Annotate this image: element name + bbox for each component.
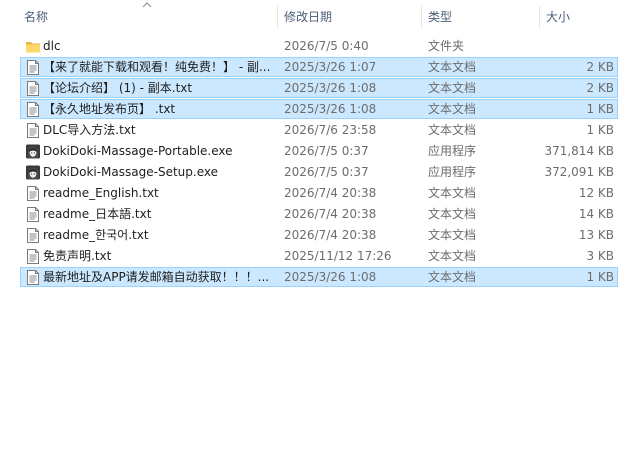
file-date: 2025/11/12 17:26 (284, 249, 392, 263)
file-row[interactable]: 【论坛介绍】 (1) - 副本.txt 2025/3/26 1:08 文本文档 2 K… (20, 78, 618, 98)
file-date: 2026/7/5 0:40 (284, 39, 369, 53)
file-date: 2025/3/26 1:07 (284, 60, 377, 74)
file-name: readme_English.txt (43, 186, 159, 200)
column-divider[interactable] (421, 6, 422, 28)
file-date: 2026/7/4 20:38 (284, 228, 377, 242)
sort-ascending-icon (142, 2, 152, 8)
file-size (521, 37, 614, 56)
file-name: 免责声明.txt (43, 249, 112, 263)
file-size: 12 KB (578, 186, 614, 200)
column-header-size[interactable]: 大小 (546, 0, 570, 34)
file-size: 1 KB (586, 270, 614, 284)
text-file-icon (25, 269, 41, 286)
file-row[interactable]: 最新地址及APP请发邮箱自动获取！！！... 2025/3/26 1:08 文本文档… (20, 267, 618, 287)
file-row[interactable]: DokiDoki-Massage-Portable.exe 2026/7/5 0:… (20, 141, 618, 161)
column-divider[interactable] (539, 6, 540, 28)
file-name: dlc (43, 39, 61, 53)
file-size: 2 KB (586, 60, 614, 74)
text-file-icon (25, 227, 41, 244)
file-size: 1 KB (586, 123, 614, 137)
file-row[interactable]: dlc 2026/7/5 0:40 文件夹 (20, 36, 618, 56)
folder-icon (25, 38, 41, 55)
file-row[interactable]: readme_한국어.txt 2026/7/4 20:38 文本文档 13 KB (20, 225, 618, 245)
column-header-type[interactable]: 类型 (428, 0, 452, 34)
file-size: 2 KB (586, 81, 614, 95)
text-file-icon (25, 248, 41, 265)
file-size: 371,814 KB (544, 144, 614, 158)
file-name: readme_日本語.txt (43, 207, 152, 221)
file-date: 2026/7/5 0:37 (284, 165, 369, 179)
file-size: 1 KB (586, 102, 614, 116)
file-name: 【论坛介绍】 (1) - 副本.txt (43, 81, 193, 95)
column-header-type-label: 类型 (428, 10, 453, 24)
file-size: 13 KB (578, 228, 614, 242)
column-header-name[interactable]: 名称 (24, 0, 48, 34)
file-name: 【来了就能下载和观看！纯免费！】 - 副... (43, 60, 271, 74)
file-name: readme_한국어.txt (43, 228, 149, 242)
column-header-size-label: 大小 (546, 10, 571, 24)
file-date: 2025/3/26 1:08 (284, 270, 377, 284)
file-date: 2026/7/5 0:37 (284, 144, 369, 158)
text-file-icon (25, 101, 41, 118)
file-size: 14 KB (578, 207, 614, 221)
file-date: 2026/7/6 23:58 (284, 123, 377, 137)
text-file-icon (25, 80, 41, 97)
column-header-date-label: 修改日期 (284, 10, 333, 24)
file-date: 2026/7/4 20:38 (284, 186, 377, 200)
file-size: 3 KB (586, 249, 614, 263)
file-date: 2026/7/4 20:38 (284, 207, 377, 221)
file-row[interactable]: DokiDoki-Massage-Setup.exe 2026/7/5 0:37 应… (20, 162, 618, 182)
text-file-icon (25, 185, 41, 202)
file-date: 2025/3/26 1:08 (284, 81, 377, 95)
app-icon (25, 164, 41, 181)
file-row[interactable]: 【永久地址发布页】 .txt 2025/3/26 1:08 文本文档 1 KB (20, 99, 618, 119)
app-icon (25, 143, 41, 160)
column-header-date[interactable]: 修改日期 (284, 0, 332, 34)
column-header-name-label: 名称 (24, 10, 49, 24)
file-row[interactable]: readme_日本語.txt 2026/7/4 20:38 文本文档 14 KB (20, 204, 618, 224)
file-size: 372,091 KB (544, 165, 614, 179)
file-name: 【永久地址发布页】 .txt (43, 102, 176, 116)
file-row[interactable]: 【来了就能下载和观看！纯免费！】 - 副... 2025/3/26 1:07 文本文… (20, 57, 618, 77)
file-name: DokiDoki-Massage-Setup.exe (43, 165, 218, 179)
text-file-icon (25, 59, 41, 76)
file-name: DLC导入方法.txt (43, 123, 136, 137)
file-date: 2025/3/26 1:08 (284, 102, 377, 116)
file-row[interactable]: 免责声明.txt 2025/11/12 17:26 文本文档 3 KB (20, 246, 618, 266)
file-name: DokiDoki-Massage-Portable.exe (43, 144, 233, 158)
file-name: 最新地址及APP请发邮箱自动获取！！！... (43, 270, 270, 284)
file-row[interactable]: DLC导入方法.txt 2026/7/6 23:58 文本文档 1 KB (20, 120, 618, 140)
text-file-icon (25, 122, 41, 139)
column-header-bar: 名称 修改日期 类型 大小 (0, 0, 623, 34)
file-row[interactable]: readme_English.txt 2026/7/4 20:38 文本文档 12 K… (20, 183, 618, 203)
text-file-icon (25, 206, 41, 223)
column-divider[interactable] (277, 6, 278, 28)
